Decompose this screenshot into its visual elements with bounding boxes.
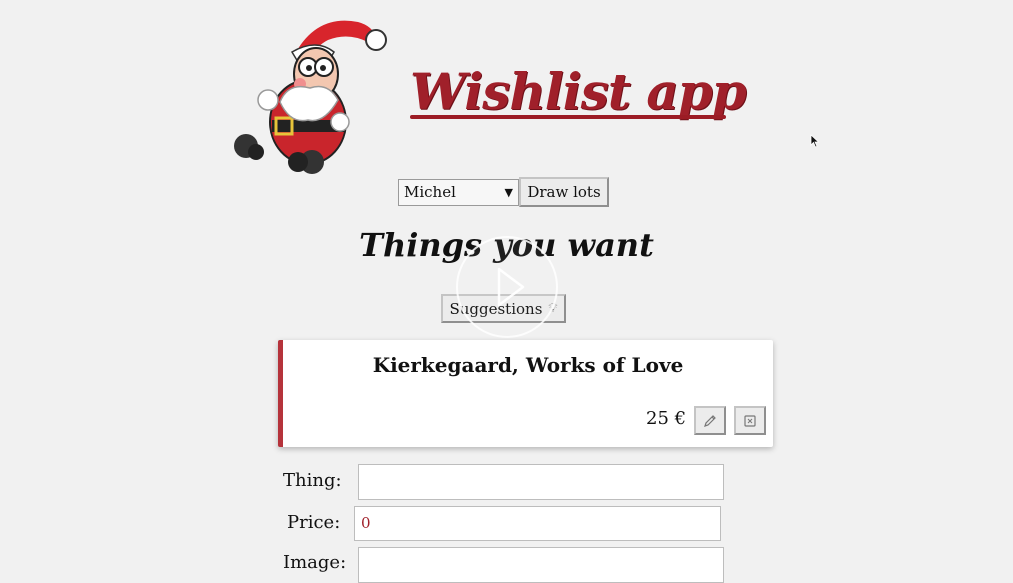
mouse-cursor-icon	[810, 134, 820, 148]
delete-button[interactable]	[734, 406, 766, 435]
thing-field[interactable]	[358, 464, 724, 500]
dropdown-arrow-icon: ▼	[504, 186, 513, 199]
wish-title: Kierkegaard, Works of Love	[372, 353, 684, 377]
person-select-value: Michel	[404, 183, 456, 201]
price-label: Price:	[287, 512, 341, 533]
pencil-icon	[704, 414, 716, 427]
wish-card: Kierkegaard, Works of Love 25 €	[278, 340, 773, 447]
wish-price: 25 €	[646, 408, 687, 429]
thing-label: Thing:	[283, 470, 342, 491]
image-label: Image:	[283, 552, 347, 573]
edit-button[interactable]	[694, 406, 726, 435]
image-field[interactable]	[358, 547, 724, 583]
title-underline	[410, 115, 726, 119]
trash-icon	[744, 414, 756, 427]
price-field[interactable]: 0	[354, 506, 721, 541]
draw-lots-button[interactable]: Draw lots	[519, 177, 609, 207]
play-video-icon[interactable]	[455, 235, 559, 339]
santa-claus-icon	[234, 20, 387, 174]
person-select[interactable]: Michel ▼	[398, 179, 519, 206]
